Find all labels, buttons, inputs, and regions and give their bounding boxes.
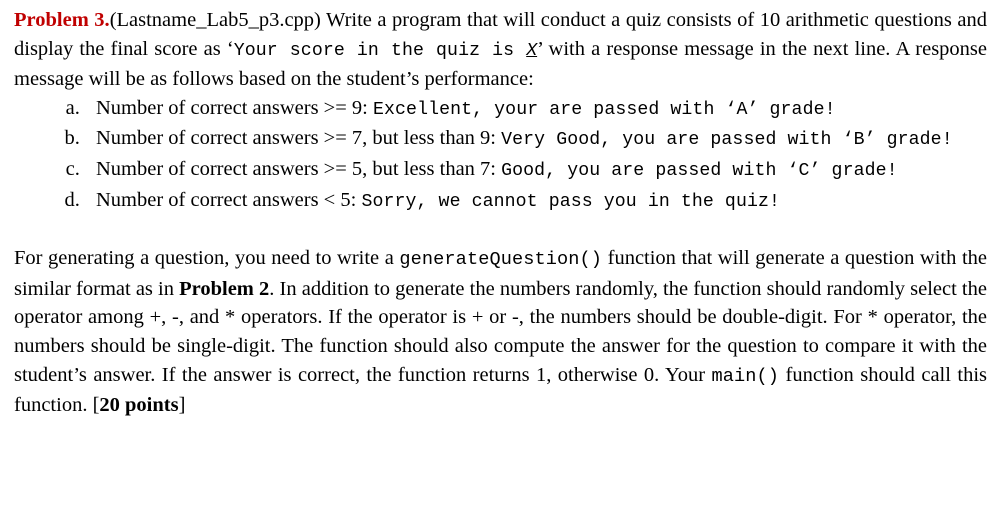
score-variable-code: X [526,40,538,61]
list-item: Number of correct answers >= 9: Excellen… [85,94,987,125]
list-item: Number of correct answers < 5: Sorry, we… [85,186,987,217]
criteria-condition-d: Number of correct answers < 5: [96,188,362,211]
criteria-condition-c: Number of correct answers >= 5, but less… [96,157,502,180]
list-item: Number of correct answers >= 7, but less… [85,124,987,155]
problem-number-label: Problem 3. [14,9,110,31]
criteria-message-c: Good, you are passed with ‘C’ grade! [501,160,898,181]
criteria-message-d: Sorry, we cannot pass you in the quiz! [361,191,780,212]
body-text-1: For generating a question, you need to w… [14,247,400,270]
list-item: Number of correct answers >= 5, but less… [85,155,987,186]
function-description-paragraph: For generating a question, you need to w… [14,244,987,420]
criteria-condition-b: Number of correct answers >= 7, but less… [96,127,502,150]
problem-2-reference: Problem 2 [179,277,270,300]
criteria-message-b: Very Good, you are passed with ‘B’ grade… [501,130,953,151]
points-badge: 20 points [99,394,179,417]
criteria-message-a: Excellent, your are passed with ‘A’ grad… [373,99,836,120]
score-output-code: Your score in the quiz is [233,40,527,61]
body-text-5: ] [178,394,186,417]
criteria-condition-a: Number of correct answers >= 9: [96,96,374,119]
document-page: Problem 3.(Lastname_Lab5_p3.cpp) Write a… [0,0,1001,521]
main-function-code: main() [711,365,780,387]
problem-intro-paragraph: Problem 3.(Lastname_Lab5_p3.cpp) Write a… [14,6,987,94]
generate-question-code: generateQuestion() [399,249,603,271]
grading-criteria-list: Number of correct answers >= 9: Excellen… [14,94,987,216]
